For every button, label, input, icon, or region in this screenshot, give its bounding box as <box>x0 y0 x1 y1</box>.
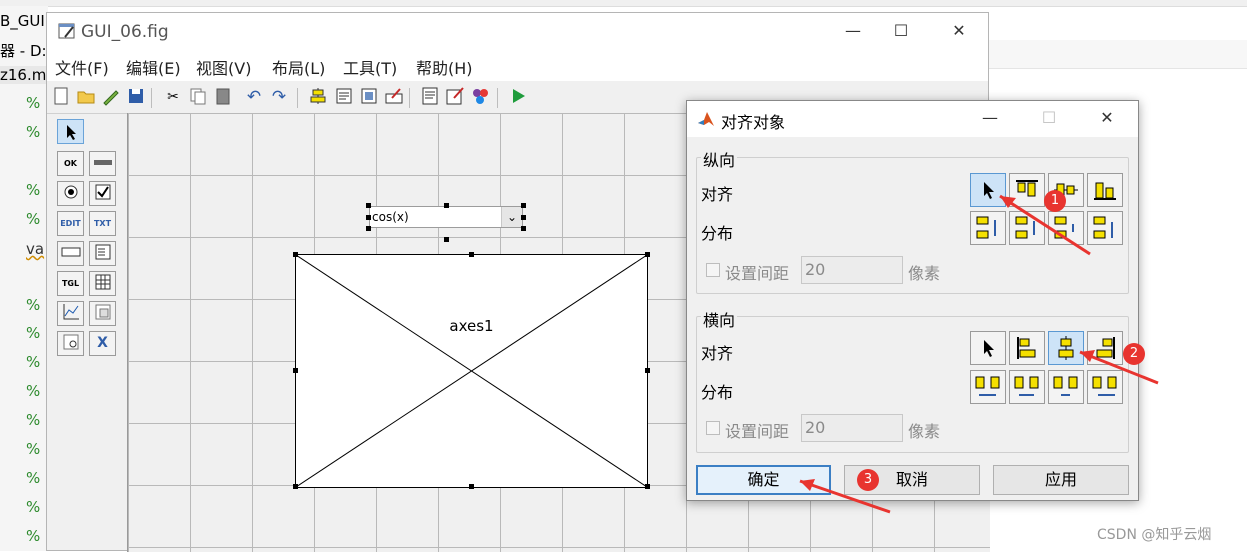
annotation-marker: 3 <box>857 469 879 491</box>
annotation-marker: 2 <box>1123 343 1145 365</box>
annotation-arrows <box>799 194 1159 514</box>
annotation-marker: 1 <box>1044 190 1066 212</box>
